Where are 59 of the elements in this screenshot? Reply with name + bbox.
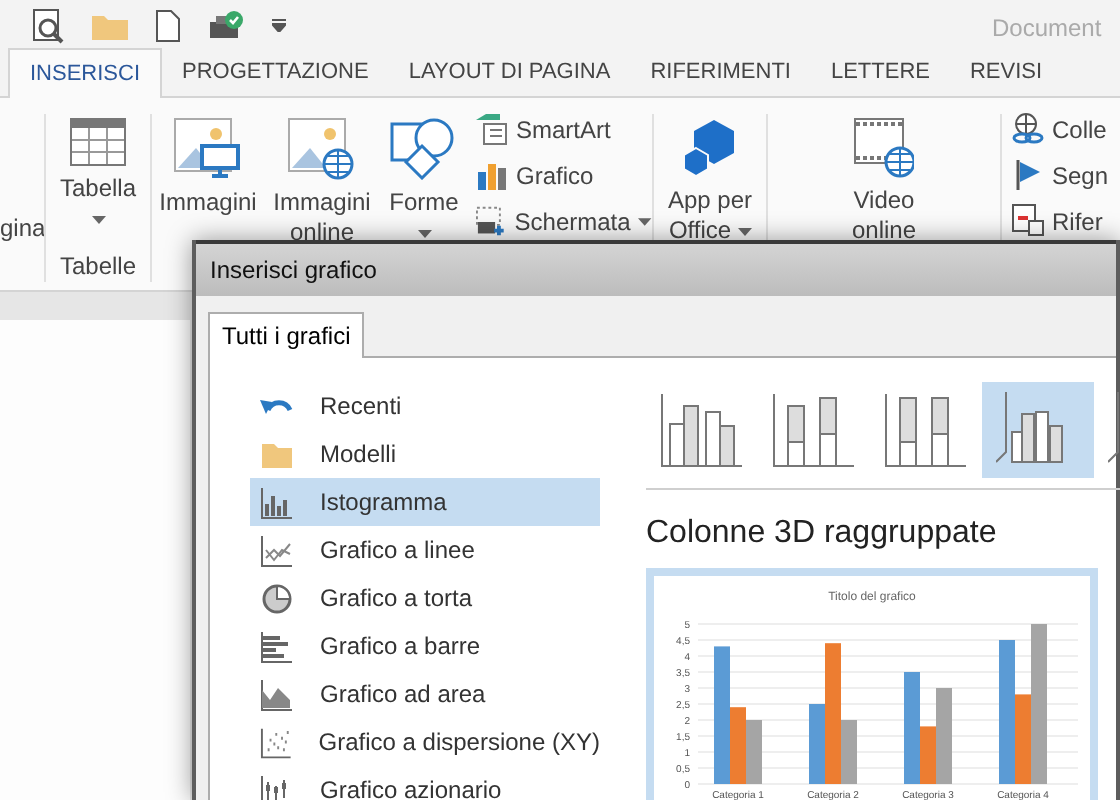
group-label: Tabelle (59, 250, 137, 284)
chart-type-item[interactable]: Modelli (250, 430, 600, 478)
globe-link-icon (1012, 112, 1044, 146)
ribbon-tab[interactable]: INSERISCI (8, 48, 163, 98)
ribbon-button[interactable]: Rifer (1012, 202, 1109, 240)
chart-type-item[interactable]: Istogramma (250, 478, 600, 526)
smartart-icon (476, 113, 508, 145)
chart-type-item[interactable]: Grafico a barre (250, 622, 600, 670)
column-chart-icon (772, 390, 856, 470)
chart-subtype-button[interactable] (982, 382, 1094, 478)
chart-subtype-title: Colonne 3D raggruppate (646, 514, 999, 554)
bar-chart-icon (260, 629, 294, 663)
cross-reference-icon (1012, 204, 1044, 238)
chart-type-item[interactable]: Grafico a torta (250, 574, 600, 622)
line-chart-icon (260, 533, 294, 567)
ribbon-button[interactable]: App per Office (654, 106, 766, 290)
dialog-title: Inserisci grafico (210, 254, 377, 288)
ribbon-button[interactable]: Colle (1012, 110, 1109, 148)
ribbon-tab[interactable]: LETTERE (810, 48, 950, 96)
ribbon-tab[interactable]: PROGETTAZIONE (162, 48, 389, 96)
ribbon-button[interactable]: SmartArt (476, 110, 652, 148)
ribbon-button[interactable]: Schermata (476, 202, 652, 240)
ribbon-tab[interactable]: REVISI (949, 48, 1063, 96)
bar-chart-icon (476, 159, 508, 191)
picture-monitor-icon (174, 118, 242, 180)
window-title: Document (992, 12, 1102, 46)
caret-icon (638, 217, 652, 225)
film-globe-icon (854, 118, 914, 178)
scatter-chart-icon (260, 725, 293, 759)
chart-type-item[interactable]: Recenti (250, 382, 600, 430)
ribbon-label: gina (0, 212, 44, 246)
print-preview-icon (32, 7, 64, 43)
area-chart-icon (260, 677, 294, 711)
column-chart-icon (884, 390, 968, 470)
hexagon-cubes-icon (682, 118, 738, 178)
camera-plus-icon (476, 205, 507, 237)
chart-type-item[interactable]: Grafico ad area (250, 670, 600, 718)
dialog-tab[interactable]: Tutti i grafici (208, 312, 365, 358)
picture-globe-icon (288, 118, 356, 180)
column-chart-icon (660, 390, 744, 470)
flag-icon (1012, 158, 1044, 192)
pie-chart-icon (260, 581, 294, 615)
folder-icon (92, 11, 128, 39)
ribbon-button[interactable]: Grafico (476, 156, 652, 194)
printer-check-icon (208, 9, 244, 41)
chart-type-item[interactable]: Grafico a linee (250, 526, 600, 574)
table-icon (70, 118, 126, 166)
customize-menu-icon (272, 18, 286, 32)
shapes-icon (390, 118, 458, 180)
document-icon (156, 9, 180, 41)
caret-icon (91, 216, 105, 224)
caret-icon (737, 227, 752, 235)
chart-type-item[interactable]: Grafico azionario (250, 766, 600, 800)
ribbon-tab[interactable]: RIFERIMENTI (630, 48, 811, 96)
column-chart-icon (260, 485, 294, 519)
chart-type-item[interactable]: Grafico a dispersione (XY) (250, 718, 600, 766)
ribbon-tab[interactable]: LAYOUT DI PAGINA (388, 48, 631, 96)
ribbon-button[interactable]: Tabella (59, 106, 137, 224)
ribbon-button[interactable]: Segn (1012, 156, 1109, 194)
